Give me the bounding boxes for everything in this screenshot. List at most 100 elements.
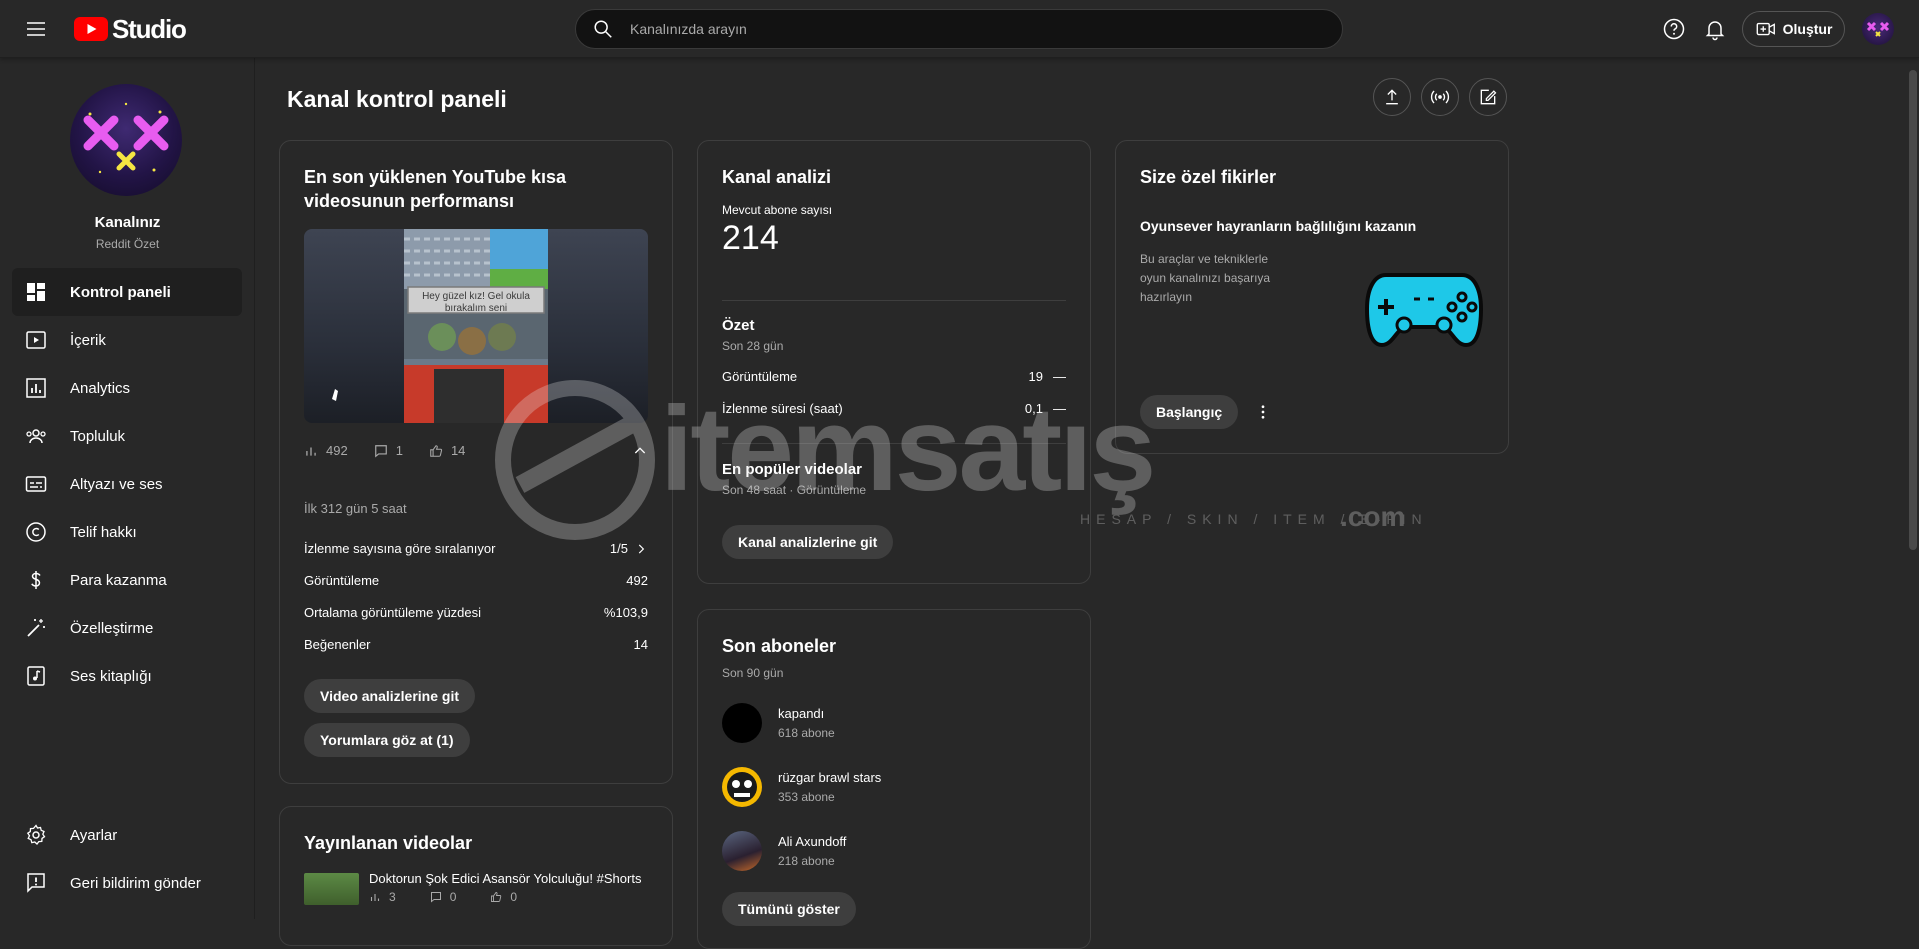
- feedback-icon: [27, 873, 45, 893]
- short-thumbnail[interactable]: Hey güzel kız! Gel okula bırakalım seni: [304, 229, 648, 423]
- row-trend: —: [1053, 369, 1066, 384]
- live-broadcast-icon: [1430, 90, 1450, 104]
- card-title: Son aboneler: [722, 636, 837, 656]
- channel-analytics-button[interactable]: Kanal analizlerine git: [722, 525, 894, 559]
- recent-subscribers-card: Son aboneler Son 90 gün kapandı 618 abon…: [697, 609, 1091, 949]
- youtube-logo-icon: [74, 17, 108, 41]
- chevron-right-icon[interactable]: [634, 542, 648, 556]
- create-video-icon: [1756, 22, 1775, 36]
- popular-videos-sub: Son 48 saat · Görüntüleme: [722, 483, 867, 497]
- ideas-description: Bu araçlar ve tekniklerle oyun kanalınız…: [1140, 252, 1271, 304]
- sidebar-item-label: Geri bildirim gönder: [70, 874, 201, 892]
- sidebar-item-label: Özelleştirme: [70, 619, 154, 637]
- subscriber-label: Mevcut abone sayısı: [722, 203, 833, 217]
- subscriber-count: 353 abone: [778, 790, 835, 804]
- upload-icon: [1386, 89, 1398, 105]
- sidebar-item-subtitles[interactable]: Altyazı ve ses: [12, 460, 242, 508]
- more-options-icon[interactable]: [1254, 403, 1272, 421]
- sidebar-item-community[interactable]: Topluluk: [12, 412, 242, 460]
- short-stats: 492 1 14: [304, 443, 465, 458]
- video-comments: 0: [449, 890, 457, 904]
- help-icon[interactable]: [1662, 17, 1686, 41]
- row-value: 1/5: [609, 541, 628, 556]
- sidebar-item-audio-library[interactable]: Ses kitaplığı: [12, 652, 242, 700]
- summary-title: Özet: [722, 317, 755, 334]
- subscriber-name[interactable]: Ali Axundoff: [778, 834, 846, 849]
- hamburger-menu-icon[interactable]: [24, 17, 48, 41]
- go-live-button[interactable]: [1421, 78, 1459, 116]
- search-icon: [594, 20, 612, 38]
- card-title: Size özel fikirler: [1140, 167, 1277, 187]
- subscriber-name[interactable]: rüzgar brawl stars: [778, 770, 881, 785]
- search-input[interactable]: [630, 21, 1310, 37]
- comment-icon: [430, 892, 441, 903]
- sidebar-item-settings[interactable]: Ayarlar: [12, 811, 242, 859]
- row-label: Beğenenler: [304, 637, 371, 652]
- sidebar-item-label: Kontrol paneli: [70, 283, 171, 301]
- create-button[interactable]: Oluştur: [1742, 11, 1845, 47]
- get-started-button[interactable]: Başlangıç: [1140, 395, 1239, 429]
- watermark-tagline: HESAP / SKIN / ITEM / E-PIN: [1080, 511, 1428, 527]
- avatar[interactable]: [722, 767, 762, 807]
- row-value: 19: [1028, 369, 1043, 384]
- thumbs-up-icon: [430, 444, 443, 457]
- avatar[interactable]: [722, 703, 762, 743]
- create-button-label: Oluştur: [1782, 21, 1833, 37]
- sidebar-item-label: Ayarlar: [70, 826, 118, 844]
- account-avatar[interactable]: [1862, 13, 1894, 45]
- row-value: 492: [626, 573, 648, 588]
- avatar[interactable]: [722, 831, 762, 871]
- published-videos-card: Yayınlanan videolar Doktorun Şok Edici A…: [279, 806, 673, 946]
- subscriber-count: 214: [722, 219, 779, 257]
- divider: [722, 300, 1066, 301]
- card-title: Kanal analizi: [722, 167, 832, 187]
- thumbs-up-icon: [491, 892, 502, 902]
- subtitles-icon: [25, 476, 47, 492]
- subscriber-name[interactable]: kapandı: [778, 706, 824, 721]
- short-row-views: Görüntüleme 492: [304, 573, 648, 588]
- dashboard-icon: [27, 283, 45, 301]
- sidebar-item-label: Telif hakkı: [70, 523, 137, 541]
- sidebar-item-content[interactable]: İçerik: [12, 316, 242, 364]
- short-row-likes: Beğenenler 14: [304, 637, 648, 652]
- row-label: İzlenme süresi (saat): [722, 401, 843, 416]
- collapse-chevron-up-icon[interactable]: [632, 443, 648, 459]
- card-title: En son yüklenen YouTube kısa videosunun …: [304, 167, 567, 211]
- notifications-bell-icon[interactable]: [1703, 17, 1727, 41]
- video-title[interactable]: Doktorun Şok Edici Asansör Yolculuğu! #S…: [369, 871, 641, 886]
- page-scrollbar[interactable]: [1909, 70, 1917, 550]
- short-views: 492: [326, 443, 348, 458]
- audio-library-icon: [27, 666, 45, 686]
- copyright-icon: [26, 522, 46, 542]
- gamepad-icon: [1364, 269, 1484, 351]
- sidebar-item-analytics[interactable]: Analytics: [12, 364, 242, 412]
- view-comments-button[interactable]: Yorumlara göz at (1): [304, 723, 470, 757]
- create-post-button[interactable]: [1469, 78, 1507, 116]
- short-row-rank: İzlenme sayısına göre sıralanıyor 1/5: [304, 541, 648, 556]
- comment-icon: [374, 444, 387, 457]
- studio-logo[interactable]: Studio: [74, 14, 187, 44]
- video-likes: 0: [510, 890, 518, 904]
- short-period: İlk 312 gün 5 saat: [304, 501, 407, 516]
- subscriber-count: 218 abone: [778, 854, 835, 868]
- community-icon: [26, 429, 46, 444]
- sidebar-item-customization[interactable]: Özelleştirme: [12, 604, 242, 652]
- short-row-avg-view: Ortalama görüntüleme yüzdesi %103,9: [304, 605, 648, 620]
- summary-period: Son 28 gün: [722, 339, 784, 353]
- sidebar-item-dashboard[interactable]: Kontrol paneli: [12, 268, 242, 316]
- video-analytics-button[interactable]: Video analizlerine git: [304, 679, 476, 713]
- show-all-subscribers-button[interactable]: Tümünü göster: [722, 892, 856, 926]
- watermark-suffix: .com: [1340, 501, 1405, 532]
- upload-button[interactable]: [1373, 78, 1411, 116]
- search-bar[interactable]: [575, 9, 1343, 49]
- sidebar-item-feedback[interactable]: Geri bildirim gönder: [12, 859, 242, 907]
- thumbnail-caption-line2: bırakalım seni: [445, 303, 507, 314]
- sidebar-item-copyright[interactable]: Telif hakkı: [12, 508, 242, 556]
- sidebar-item-monetization[interactable]: Para kazanma: [12, 556, 242, 604]
- dollar-icon: [31, 571, 41, 589]
- video-thumbnail[interactable]: [304, 873, 359, 905]
- channel-avatar[interactable]: [70, 84, 182, 196]
- edit-post-icon: [1480, 89, 1497, 105]
- channel-analytics-card: Kanal analizi Mevcut abone sayısı 214 Öz…: [697, 140, 1091, 584]
- popular-videos-title: En popüler videolar: [722, 461, 863, 478]
